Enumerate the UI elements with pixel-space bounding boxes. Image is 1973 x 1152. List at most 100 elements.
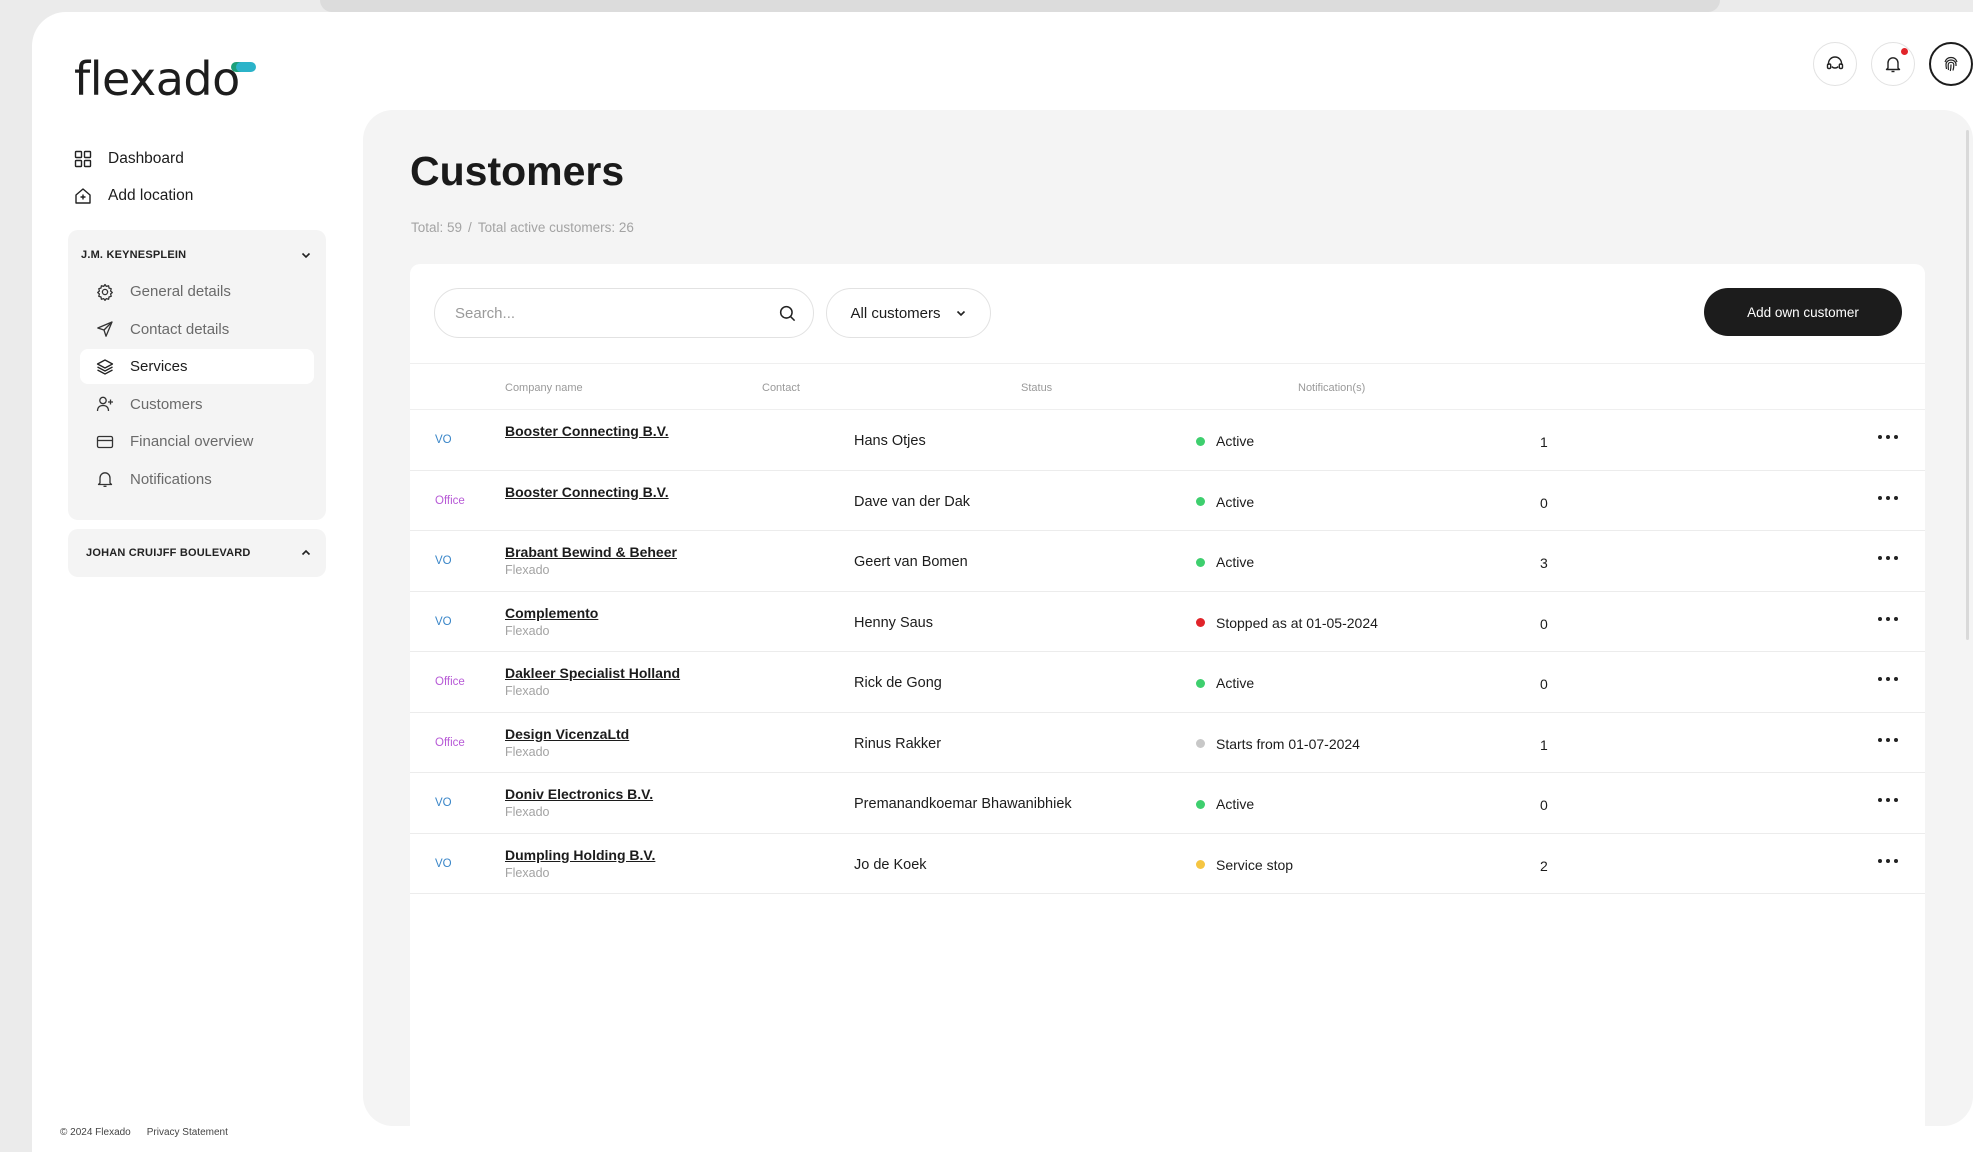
nav-dashboard[interactable]: Dashboard: [74, 140, 193, 177]
more-horizontal-icon: [1878, 677, 1898, 681]
contact-name: Geert van Bomen: [854, 554, 968, 570]
table-row[interactable]: VO Booster Connecting B.V. Hans Otjes Ac…: [410, 410, 1925, 471]
table-row[interactable]: Office Booster Connecting B.V. Dave van …: [410, 471, 1925, 531]
status-dot: [1196, 678, 1205, 688]
sidebar-item-label: General details: [130, 283, 231, 300]
status-text: Service stop: [1216, 856, 1294, 873]
company-subtitle: Flexado: [505, 563, 550, 577]
footer: © 2024 Flexado Privacy Statement: [60, 1127, 228, 1138]
sidebar-item-services[interactable]: Services: [80, 349, 314, 384]
chevron-down-icon[interactable]: [300, 249, 312, 261]
dashboard-grid-icon: [74, 150, 92, 167]
customer-type-badge: Office: [435, 676, 465, 688]
sidebar-item-notifications[interactable]: Notifications: [80, 462, 314, 497]
row-actions-button[interactable]: [1876, 425, 1900, 449]
table-row[interactable]: VO Complemento Flexado Henny Saus Stoppe…: [410, 592, 1925, 652]
company-cell: Brabant Bewind & Beheer Flexado: [505, 544, 677, 577]
table-row[interactable]: VO Dumpling Holding B.V. Flexado Jo de K…: [410, 834, 1925, 894]
logo-mark-icon: [235, 62, 256, 72]
column-company[interactable]: Company name: [505, 382, 583, 394]
bell-icon: [97, 472, 113, 487]
sidebar-item-customers[interactable]: Customers: [80, 387, 314, 422]
more-horizontal-icon: [1878, 737, 1898, 742]
company-name-link[interactable]: Dakleer Specialist Holland: [505, 665, 680, 681]
gear-icon: [97, 283, 113, 301]
chevron-up-icon[interactable]: [300, 547, 312, 559]
flexado-logo[interactable]: flexado: [74, 46, 256, 102]
credit-card-icon: [96, 435, 114, 448]
location-header[interactable]: JOHAN CRUIJFF BOULEVARD: [68, 529, 326, 577]
add-own-customer-button[interactable]: Add own customer: [1704, 288, 1902, 336]
support-button[interactable]: [1813, 42, 1857, 86]
location-header[interactable]: J.M. KEYNESPLEIN: [68, 244, 326, 266]
sidebar-item-general-details[interactable]: General details: [80, 274, 314, 309]
totals-separator: /: [468, 220, 472, 235]
status-cell: Active: [1196, 675, 1254, 691]
total-active-count: Total active customers: 26: [477, 220, 634, 235]
company-name-link[interactable]: Brabant Bewind & Beheer: [505, 544, 677, 560]
row-actions-button[interactable]: [1876, 607, 1900, 631]
company-subtitle: Flexado: [505, 684, 550, 698]
scrollbar[interactable]: [1966, 130, 1969, 640]
sidebar-item-label: Contact details: [130, 320, 230, 338]
status-dot: [1196, 436, 1205, 446]
row-actions-button[interactable]: [1876, 667, 1900, 691]
notification-count: 1: [1540, 434, 1548, 450]
total-count: Total: 59: [411, 220, 463, 235]
search-input[interactable]: [455, 304, 778, 322]
customer-filter-dropdown[interactable]: All customers: [826, 288, 991, 338]
customers-card: All customers Add own customer Company n…: [410, 264, 1925, 1126]
status-dot: [1196, 557, 1205, 567]
contact-name: Hans Otjes: [854, 433, 926, 449]
row-actions-button[interactable]: [1876, 788, 1900, 812]
company-cell: Booster Connecting B.V.: [505, 423, 669, 442]
copyright-text: © 2024 Flexado: [60, 1127, 131, 1138]
account-button[interactable]: [1929, 42, 1973, 86]
nav-add-location-label: Add location: [108, 186, 194, 204]
add-user-icon: [96, 396, 113, 412]
layers-icon: [96, 358, 114, 375]
notification-count: 3: [1540, 555, 1548, 571]
column-notifications[interactable]: Notification(s): [1298, 382, 1365, 394]
table-row[interactable]: Office Design VicenzaLtd Flexado Rinus R…: [410, 713, 1925, 773]
nav-add-location[interactable]: Add location: [74, 177, 193, 214]
table-body: VO Booster Connecting B.V. Hans Otjes Ac…: [410, 410, 1925, 894]
company-subtitle: Flexado: [505, 865, 550, 880]
column-contact[interactable]: Contact: [762, 382, 800, 394]
contact-name: Premanandkoemar Bhawanibhiek: [854, 796, 1072, 812]
row-actions-button[interactable]: [1876, 546, 1900, 570]
notifications-button[interactable]: [1871, 42, 1915, 86]
status-dot: [1196, 618, 1205, 627]
contact-name: Jo de Koek: [854, 856, 927, 873]
sidebar-item-label: Notifications: [130, 470, 212, 488]
more-horizontal-icon: [1878, 858, 1898, 863]
sidebar-item-contact-details[interactable]: Contact details: [80, 312, 314, 347]
search-box[interactable]: [434, 288, 814, 338]
column-status[interactable]: Status: [1021, 382, 1052, 394]
row-actions-button[interactable]: [1876, 728, 1900, 752]
row-actions-button[interactable]: [1876, 849, 1900, 873]
notification-count: 0: [1540, 494, 1548, 511]
company-name-link[interactable]: Dumpling Holding B.V.: [505, 847, 655, 863]
table-row[interactable]: VO Brabant Bewind & Beheer Flexado Geert…: [410, 531, 1925, 592]
company-name-link[interactable]: Doniv Electronics B.V.: [505, 786, 653, 802]
table-row[interactable]: VO Doniv Electronics B.V. Flexado Preman…: [410, 773, 1925, 834]
sidebar-item-label: Services: [130, 358, 188, 375]
company-name-link[interactable]: Design VicenzaLtd: [505, 726, 629, 742]
company-name-link[interactable]: Booster Connecting B.V.: [505, 423, 669, 439]
search-icon[interactable]: [778, 304, 797, 323]
row-actions-button[interactable]: [1876, 486, 1900, 510]
chevron-down-icon: [956, 310, 965, 317]
privacy-link[interactable]: Privacy Statement: [147, 1127, 228, 1138]
contact-name: Rinus Rakker: [854, 735, 942, 752]
status-cell: Active: [1196, 554, 1254, 570]
table-row[interactable]: Office Dakleer Specialist Holland Flexad…: [410, 652, 1925, 713]
sidebar-item-label: Customers: [130, 395, 203, 413]
logo-text: flexado: [74, 52, 240, 106]
company-name-link[interactable]: Booster Connecting B.V.: [505, 484, 669, 500]
company-subtitle: Flexado: [505, 744, 550, 759]
customer-totals: Total: 59 / Total active customers: 26: [411, 220, 634, 235]
location-menu: General details Contact details Services: [68, 274, 326, 497]
company-name-link[interactable]: Complemento: [505, 605, 598, 621]
sidebar-item-financial-overview[interactable]: Financial overview: [80, 424, 314, 459]
